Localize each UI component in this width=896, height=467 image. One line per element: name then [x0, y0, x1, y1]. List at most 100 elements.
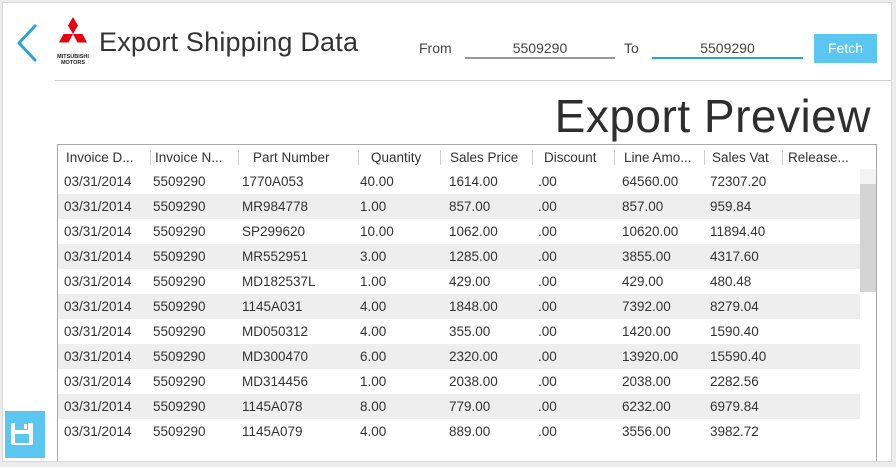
cell-quantity: 4.00: [360, 424, 387, 439]
cell-part-number: MR984778: [242, 199, 309, 214]
cell-discount: .00: [538, 299, 557, 314]
cell-invoice-date: 03/31/2014: [64, 324, 132, 339]
page-title: Export Shipping Data: [99, 27, 359, 57]
cell-discount: .00: [538, 224, 557, 239]
table-row[interactable]: 03/31/2014 5509290 MR552951 3.00 1285.00 .00 3…: [58, 244, 860, 269]
cell-sales-price: 1285.00: [449, 249, 498, 264]
table-row[interactable]: 03/31/2014 5509290 1145A079 4.00 889.00 .00 35…: [58, 419, 860, 444]
table-row[interactable]: 03/31/2014 5509290 SP299620 10.00 1062.00 .00…: [58, 219, 860, 244]
cell-part-number: 1145A031: [242, 299, 303, 314]
cell-part-number: MD314456: [242, 374, 309, 389]
column-header-discount[interactable]: Discount: [544, 150, 597, 165]
column-header-quantity[interactable]: Quantity: [371, 150, 421, 165]
cell-invoice-number: 5509290: [153, 374, 206, 389]
cell-invoice-date: 03/31/2014: [64, 199, 132, 214]
to-invoice-field[interactable]: 5509290: [652, 37, 803, 59]
cell-invoice-date: 03/31/2014: [64, 424, 132, 439]
cell-sales-price: 1614.00: [449, 174, 498, 189]
cell-part-number: MD050312: [242, 324, 309, 339]
logo-text-line2: MOTORS: [60, 60, 86, 66]
cell-part-number: 1145A079: [242, 424, 303, 439]
cell-sales-vat: 959.84: [710, 199, 752, 214]
cell-discount: .00: [538, 399, 557, 414]
cell-invoice-number: 5509290: [153, 174, 206, 189]
cell-part-number: MD300470: [242, 349, 309, 364]
cell-quantity: 1.00: [360, 274, 387, 289]
cell-invoice-date: 03/31/2014: [64, 374, 132, 389]
cell-sales-price: 355.00: [449, 324, 491, 339]
cell-sales-vat: 1590.40: [710, 324, 759, 339]
cell-invoice-date: 03/31/2014: [64, 274, 132, 289]
cell-sales-vat: 72307.20: [710, 174, 767, 189]
chevron-left-icon: [17, 24, 37, 62]
column-header-sales-price[interactable]: Sales Price: [450, 150, 518, 165]
cell-quantity: 3.00: [360, 249, 387, 264]
cell-discount: .00: [538, 249, 557, 264]
cell-line-amount: 13920.00: [622, 349, 679, 364]
cell-part-number: 1770A053: [242, 174, 304, 189]
cell-invoice-date: 03/31/2014: [64, 399, 132, 414]
cell-invoice-number: 5509290: [153, 274, 206, 289]
cell-sales-price: 2038.00: [449, 374, 498, 389]
cell-sales-price: 429.00: [449, 274, 491, 289]
cell-discount: .00: [538, 349, 557, 364]
column-header-line-amount[interactable]: Line Amo...: [624, 150, 692, 165]
cell-invoice-number: 5509290: [153, 224, 206, 239]
from-label: From: [419, 40, 452, 56]
table-row[interactable]: 03/31/2014 5509290 MD182537L 1.00 429.00 .00 4…: [58, 269, 860, 294]
cell-discount: .00: [538, 174, 557, 189]
table-header: Invoice D... Invoice N... Part Number Qu…: [58, 145, 876, 169]
cell-line-amount: 3855.00: [622, 249, 671, 264]
cell-invoice-number: 5509290: [153, 349, 206, 364]
column-header-invoice-number[interactable]: Invoice N...: [155, 150, 223, 165]
column-header-part-number[interactable]: Part Number: [253, 150, 330, 165]
column-header-invoice-date[interactable]: Invoice D...: [66, 150, 134, 165]
cell-sales-vat: 480.48: [710, 274, 752, 289]
to-label: To: [624, 40, 639, 56]
cell-part-number: 1145A078: [242, 399, 303, 414]
cell-part-number: MD182537L: [242, 274, 316, 289]
cell-invoice-date: 03/31/2014: [64, 349, 132, 364]
cell-discount: .00: [538, 324, 557, 339]
from-invoice-field[interactable]: 5509290: [465, 37, 615, 59]
cell-line-amount: 64560.00: [622, 174, 679, 189]
table-row[interactable]: 03/31/2014 5509290 1145A078 8.00 779.00 .00 62…: [58, 394, 860, 419]
fetch-button[interactable]: Fetch: [814, 34, 877, 63]
export-preview-table: Invoice D... Invoice N... Part Number Qu…: [57, 144, 877, 461]
cell-quantity: 1.00: [360, 374, 387, 389]
back-button[interactable]: [13, 23, 43, 65]
column-header-release[interactable]: Release...: [788, 150, 849, 165]
table-row[interactable]: 03/31/2014 5509290 1145A031 4.00 1848.00 .00 7…: [58, 294, 860, 319]
table-row[interactable]: 03/31/2014 5509290 MD300470 6.00 2320.00 .00 1…: [58, 344, 860, 369]
column-separator: [782, 150, 783, 165]
table-row[interactable]: 03/31/2014 5509290 1770A053 40.00 1614.00 .00…: [58, 169, 860, 194]
cell-invoice-number: 5509290: [153, 399, 206, 414]
cell-line-amount: 6232.00: [622, 399, 671, 414]
cell-sales-vat: 3982.72: [710, 424, 759, 439]
cell-quantity: 8.00: [360, 399, 387, 414]
column-separator: [358, 150, 359, 165]
table-row[interactable]: 03/31/2014 5509290 MD314456 1.00 2038.00 .00 2…: [58, 369, 860, 394]
cell-invoice-date: 03/31/2014: [64, 224, 132, 239]
cell-sales-vat: 6979.84: [710, 399, 759, 414]
cell-quantity: 4.00: [360, 324, 387, 339]
cell-sales-price: 889.00: [449, 424, 491, 439]
cell-quantity: 10.00: [360, 224, 394, 239]
cell-discount: .00: [538, 274, 557, 289]
cell-sales-price: 779.00: [449, 399, 491, 414]
table-row[interactable]: 03/31/2014 5509290 MD050312 4.00 355.00 .00 14…: [58, 319, 860, 344]
table-row[interactable]: 03/31/2014 5509290 MR984778 1.00 857.00 .00 85…: [58, 194, 860, 219]
cell-sales-price: 1848.00: [449, 299, 498, 314]
cell-invoice-number: 5509290: [153, 324, 206, 339]
cell-sales-vat: 11894.40: [710, 224, 766, 239]
app-window: MITSUBISHI MOTORS Export Shipping Data F…: [2, 2, 892, 462]
cell-sales-price: 1062.00: [449, 224, 498, 239]
scrollbar-thumb[interactable]: [860, 184, 876, 292]
column-header-sales-vat[interactable]: Sales Vat: [712, 150, 769, 165]
save-button[interactable]: [5, 411, 45, 458]
column-separator: [238, 150, 239, 165]
cell-quantity: 40.00: [360, 174, 394, 189]
cell-invoice-date: 03/31/2014: [64, 249, 132, 264]
floppy-disk-icon: [11, 423, 33, 445]
cell-line-amount: 1420.00: [622, 324, 671, 339]
